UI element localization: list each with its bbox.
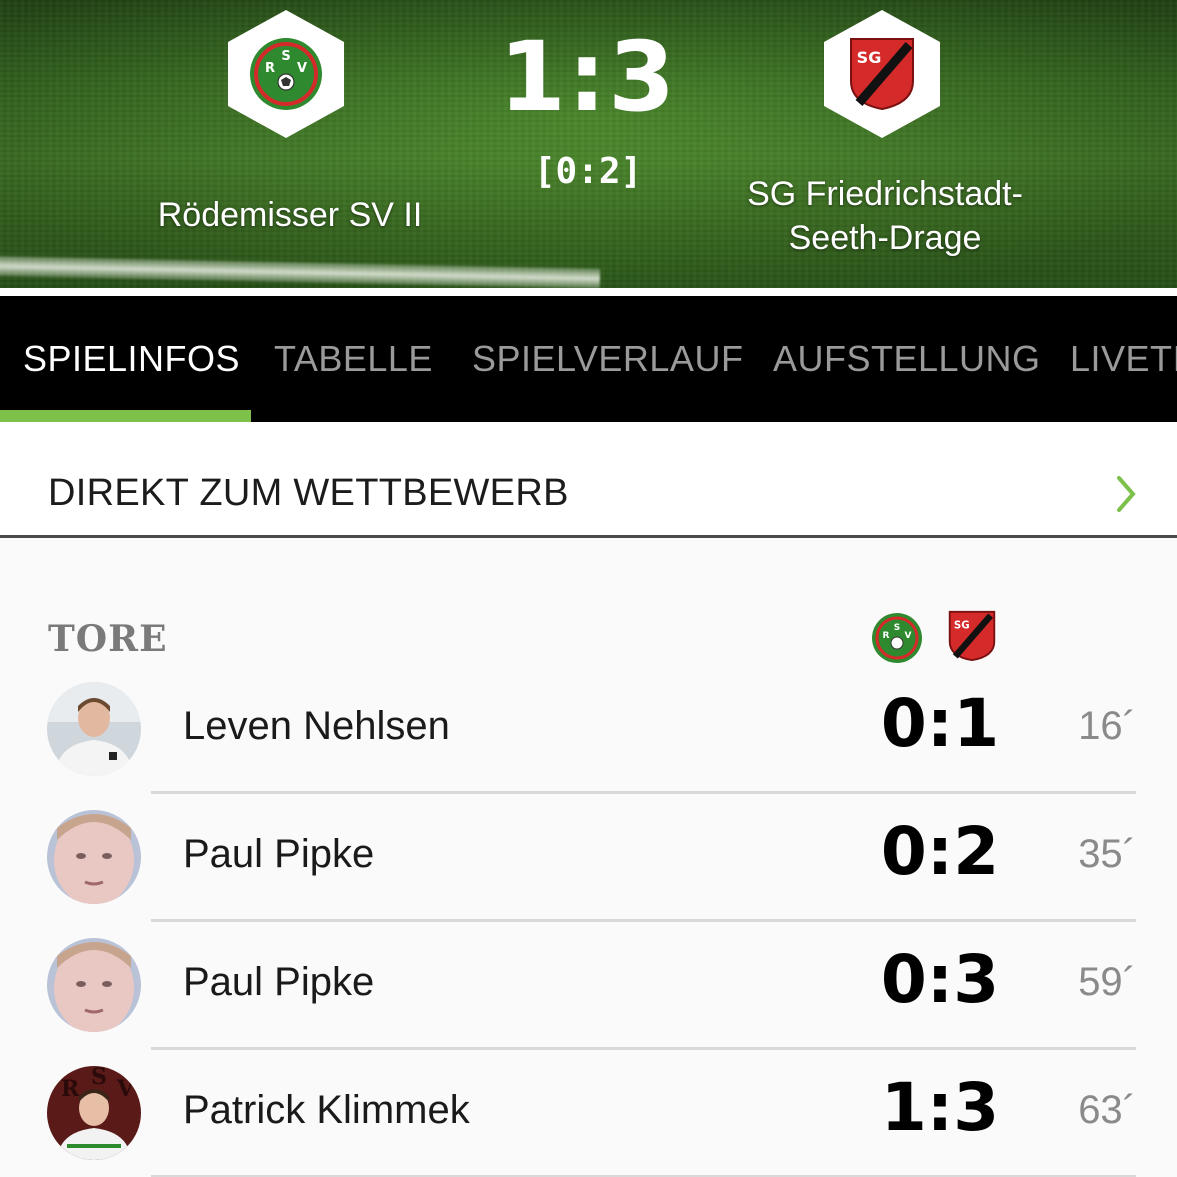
goal-row[interactable]: Paul Pipke 0:3 59´ [0,922,1177,1050]
pitch-line [0,255,601,289]
player-avatar [47,810,141,904]
away-mini-logo-icon: SG [948,610,996,662]
goal-minute: 35´ [1078,832,1136,876]
rsv-crest-icon: S R V [250,38,322,110]
header-divider [0,288,1177,295]
svg-text:V: V [297,61,307,76]
goal-score: 1:3 [880,1069,1000,1146]
direct-competition-link[interactable]: DIREKT ZUM WETTBEWERB [0,422,1177,538]
goals-heading: TORE [48,618,168,660]
tab-spielinfos[interactable]: SPIELINFOS [23,296,240,422]
player-photo-icon [47,810,141,904]
tab-tabelle[interactable]: TABELLE [274,296,433,422]
svg-text:R: R [61,1076,80,1102]
player-avatar [47,682,141,776]
goal-minute: 16´ [1078,704,1136,748]
goal-minute: 63´ [1078,1088,1136,1132]
home-team-name: Rödemisser SV II [157,196,423,234]
active-tab-indicator [0,410,251,422]
player-avatar: R S V [47,1066,141,1160]
sg-crest-icon: SG [850,38,914,111]
svg-text:SG: SG [857,48,882,67]
direct-competition-label: DIREKT ZUM WETTBEWERB [48,472,569,514]
final-score: 1:3 [499,21,677,133]
player-avatar [47,938,141,1032]
tab-bar: SPIELINFOS TABELLE SPIELVERLAUF AUFSTELL… [0,296,1177,422]
svg-text:S: S [281,49,290,64]
tab-liveticker[interactable]: LIVETI [1070,296,1177,422]
home-mini-logo-icon: S R V [872,613,922,663]
tab-spielverlauf[interactable]: SPIELVERLAUF [472,296,743,422]
goal-score: 0:2 [880,813,1000,890]
goal-scorer: Leven Nehlsen [183,704,450,748]
svg-text:S: S [894,623,900,633]
goals-section: TORE S R V SG Leven Nehlsen 0:1 16´ Paul… [0,538,1177,1177]
player-photo-icon [47,682,141,776]
player-photo-icon: R S V [47,1066,141,1160]
goal-score: 0:1 [880,685,1000,762]
svg-text:R: R [883,631,890,641]
match-header: S R V SG Rödemisser SV II SG Friedrichst… [0,0,1177,292]
tab-aufstellung[interactable]: AUFSTELLUNG [773,296,1041,422]
away-team-name-line2: Seeth-Drage [788,219,982,257]
away-team-logo[interactable]: SG [824,10,940,138]
goal-score: 0:3 [880,941,1000,1018]
goal-row[interactable]: R S V Patrick Klimmek 1:3 63´ [0,1050,1177,1177]
player-photo-icon [47,938,141,1032]
svg-text:S: S [91,1066,107,1090]
svg-text:SG: SG [954,621,970,632]
halftime-score: [0:2] [533,151,643,192]
svg-text:R: R [265,61,275,76]
away-team-name-line1: SG Friedrichstadt- [747,175,1023,213]
home-team-logo[interactable]: S R V [228,10,344,138]
goal-scorer: Patrick Klimmek [183,1088,470,1132]
svg-text:V: V [116,1076,135,1102]
away-team-name: SG Friedrichstadt- Seeth-Drage [700,172,1070,260]
goal-row[interactable]: Paul Pipke 0:2 35´ [0,794,1177,922]
goal-scorer: Paul Pipke [183,832,375,876]
svg-text:V: V [905,631,912,641]
goal-row[interactable]: Leven Nehlsen 0:1 16´ [0,666,1177,794]
goal-scorer: Paul Pipke [183,960,375,1004]
goal-minute: 59´ [1078,960,1136,1004]
chevron-right-icon [1117,476,1136,512]
